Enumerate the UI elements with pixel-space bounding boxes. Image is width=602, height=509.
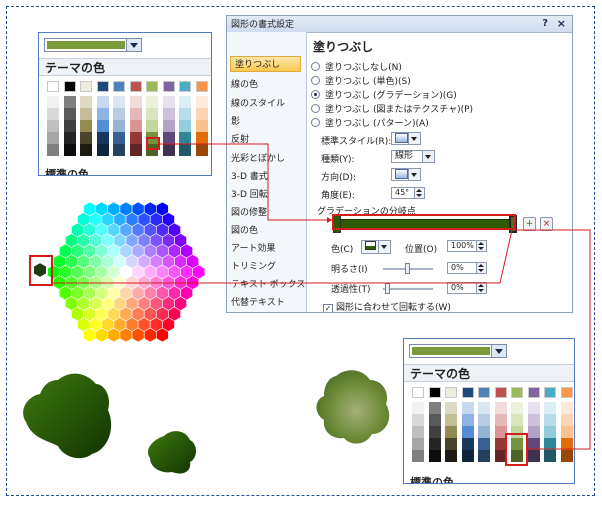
radio-button[interactable] [311,62,320,71]
angle-value: 45° [395,188,410,197]
nav-item-3d-format[interactable]: 3-D 書式 [231,169,268,182]
nav-item-artistic-effects[interactable]: アート効果 [231,241,275,254]
brightness-spinner[interactable]: 0% [447,262,487,274]
transparency-value: 0% [451,283,464,292]
rotate-with-shape-checkbox[interactable]: ✓ 図形に合わせて回転する(W) [323,300,451,313]
checkbox[interactable]: ✓ [323,304,333,312]
small-dark-blob [147,431,196,474]
olive-blob [316,370,390,444]
nav-item-crop[interactable]: トリミング [231,259,276,272]
chevron-down-icon[interactable] [378,241,390,253]
nav-item-alt-text[interactable]: 代替テキスト [231,295,285,308]
preset-preview [395,133,408,143]
direction-label: 方向(D): [321,173,356,183]
radio-button[interactable] [311,90,320,99]
radio-label: 塗りつぶし (グラデーション)(G) [325,91,457,101]
radio-no-fill[interactable]: 塗りつぶしなし(N) [311,60,402,73]
brightness-label: 明るさ(I) [331,265,368,275]
dialog-title: 図形の書式設定 [231,20,295,30]
radio-label: 塗りつぶしなし(N) [325,63,402,73]
radio-solid-fill[interactable]: 塗りつぶし (単色)(S) [311,74,411,87]
chevron-down-icon[interactable] [408,133,420,144]
category-nav: 塗りつぶし 線の色 線のスタイル 影 反射 光彩とぼかし 3-D 書式 3-D … [227,32,307,312]
section-title: 塗りつぶし [313,40,374,54]
radio-label: 塗りつぶし (パターン)(A) [325,119,429,129]
slider-knob[interactable] [385,283,390,294]
radio-label: 塗りつぶし (単色)(S) [325,77,411,87]
gradient-bar-highlight [332,214,516,230]
help-icon[interactable]: ? [542,18,548,29]
color-label: 色(C) [331,245,354,255]
spinner-arrows-icon[interactable] [414,188,424,198]
nav-item-fill[interactable]: 塗りつぶし [230,56,301,72]
radio-gradient-fill[interactable]: 塗りつぶし (グラデーション)(G) [311,88,457,101]
nav-item-line-color[interactable]: 線の色 [231,77,258,90]
type-label: 種類(Y): [321,155,355,165]
paint-bucket-icon [365,241,376,250]
radio-button[interactable] [311,104,320,113]
nav-item-line-style[interactable]: 線のスタイル [231,96,285,109]
chevron-down-icon[interactable] [408,169,420,180]
radio-picture-fill[interactable]: 塗りつぶし (図またはテクスチャ)(P) [311,102,473,115]
chevron-down-icon[interactable] [422,151,434,162]
nav-item-text-box[interactable]: テキスト ボックス [231,277,305,290]
position-spinner[interactable]: 100% [447,240,487,252]
position-label: 位置(O) [405,245,438,255]
nav-item-picture-corrections[interactable]: 図の修整 [231,205,267,218]
position-value: 100% [451,241,474,250]
nav-item-glow[interactable]: 光彩とぼかし [231,151,285,164]
transparency-spinner[interactable]: 0% [447,282,487,294]
brightness-slider[interactable] [383,263,433,274]
nav-item-shadow[interactable]: 影 [231,114,240,127]
remove-stop-icon[interactable]: × [540,217,553,231]
preset-dropdown[interactable] [391,132,421,145]
nav-item-reflection[interactable]: 反射 [231,132,249,145]
spinner-arrows-icon[interactable] [476,241,486,251]
type-value: 線形 [395,151,414,161]
format-shape-dialog: 図形の書式設定 ? × 塗りつぶし 線の色 線のスタイル 影 反射 光彩とぼかし… [226,15,573,313]
preset-label: 標準スタイル(R): [321,137,392,147]
dark-green-blob [23,373,112,459]
right-swatch-highlight [505,433,528,466]
transparency-slider[interactable] [383,283,433,294]
checkbox-label: 図形に合わせて回転する(W) [336,303,451,313]
nav-item-picture-color[interactable]: 図の色 [231,223,258,236]
radio-pattern-fill[interactable]: 塗りつぶし (パターン)(A) [311,116,429,129]
angle-label: 角度(E): [321,191,355,201]
angle-spinner[interactable]: 45° [391,187,425,199]
nav-item-3d-rotation[interactable]: 3-D 回転 [231,187,268,200]
slider-knob[interactable] [405,263,410,274]
radio-button[interactable] [311,118,320,127]
close-icon[interactable]: × [557,17,566,30]
type-dropdown[interactable]: 線形 [391,150,435,163]
add-stop-icon[interactable]: + [523,217,536,231]
color-picker-button[interactable] [361,240,391,254]
transparency-label: 透過性(T) [331,285,371,295]
direction-preview [395,169,408,179]
radio-button[interactable] [311,76,320,85]
spinner-arrows-icon[interactable] [476,283,486,293]
brightness-value: 0% [451,263,464,272]
direction-dropdown[interactable] [391,168,421,181]
radio-label: 塗りつぶし (図またはテクスチャ)(P) [325,105,474,115]
spinner-arrows-icon[interactable] [476,263,486,273]
left-swatch-highlight [146,137,160,150]
dialog-titlebar[interactable]: 図形の書式設定 ? × [227,16,572,33]
